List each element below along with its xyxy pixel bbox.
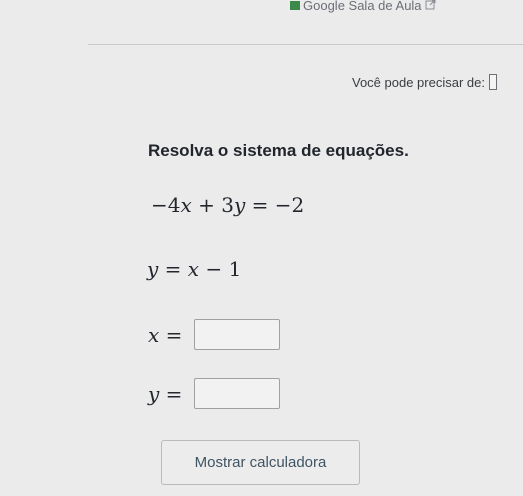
tools-hint: Você pode precisar de: [352,74,497,90]
eq1-coef-x: −4 [151,193,181,217]
y-answer-row: y = [148,378,281,409]
tool-placeholder[interactable] [488,74,497,90]
header-divider [88,44,523,45]
x-answer-equals: = [165,322,183,347]
equation-2: y = x − 1 [147,257,241,281]
show-calculator-button[interactable]: Mostrar calculadora [161,440,360,485]
y-answer-input[interactable] [194,378,281,409]
question-prompt: Resolva o sistema de equações. [148,141,409,160]
eq2-var-x: x [187,257,200,281]
external-link-icon [425,0,436,13]
equation-1: −4x + 3y = −2 [151,193,304,217]
eq2-rhs: 1 [228,257,242,281]
eq2-lhs: y [147,257,159,281]
x-answer-input[interactable] [194,319,281,350]
eq1-var-y: y [233,193,246,217]
x-answer-label: x [148,322,160,347]
google-classroom-link[interactable]: Google Sala de Aula [290,0,436,13]
eq1-var-x: x [180,193,192,217]
eq1-op: + [198,193,215,217]
eq2-op: − [205,257,223,281]
x-answer-row: x = [148,319,281,350]
eq1-equals: = [251,193,269,217]
eq1-coef-y: 3 [221,193,234,217]
y-answer-equals: = [165,381,183,406]
google-classroom-label: Google Sala de Aula [303,0,422,13]
eq2-equals: = [164,257,182,281]
eq1-rhs: −2 [274,193,305,217]
google-classroom-icon [290,1,300,10]
tools-hint-label: Você pode precisar de: [352,74,485,90]
y-answer-label: y [148,381,160,406]
